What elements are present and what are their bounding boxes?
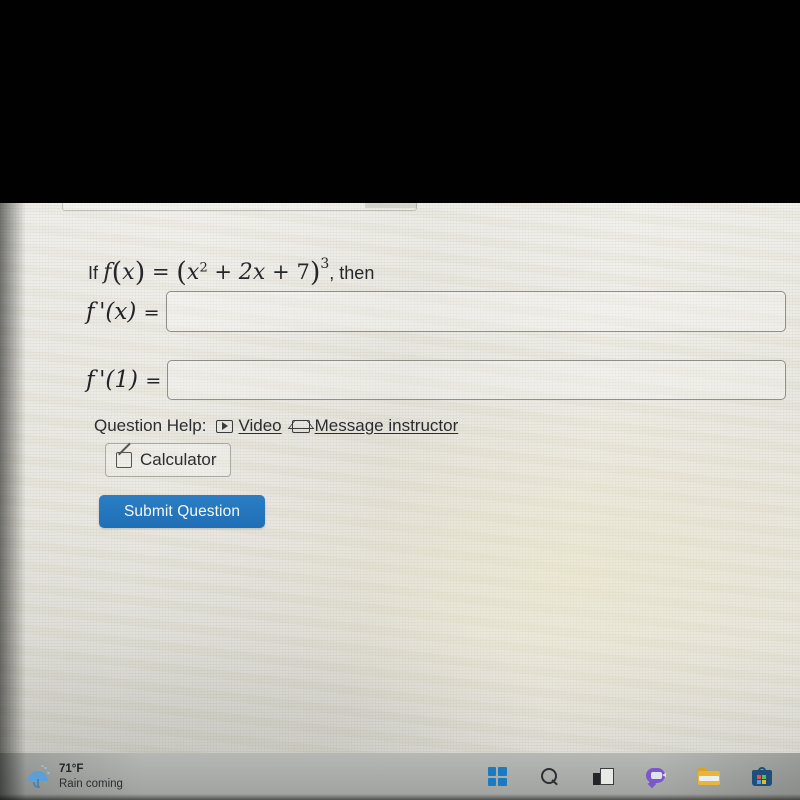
chat-video-icon: [645, 767, 667, 786]
envelope-icon: [291, 419, 310, 433]
taskbar-icon-group: [484, 764, 775, 790]
microsoft-store-button[interactable]: [749, 764, 775, 790]
weather-condition: Rain coming: [59, 777, 123, 790]
video-link-label: Video: [238, 416, 282, 435]
cutoff-panel-fragment: [62, 203, 417, 211]
search-icon: [541, 767, 559, 786]
calculator-button-label: Calculator: [140, 450, 217, 469]
question-prompt: If f(x) = (x2 + 2x + 7)3, then: [88, 256, 375, 288]
answer-input-fprime-x[interactable]: [165, 291, 786, 332]
outer-exponent: 3: [320, 256, 330, 272]
message-instructor-label: Message instructor: [314, 416, 459, 435]
submit-question-button[interactable]: Submit Question: [99, 495, 265, 528]
weather-widget[interactable]: 71°F Rain coming: [28, 762, 123, 791]
prompt-suffix: , then: [329, 263, 375, 283]
answer-row-fprime-x: f '(x) =: [86, 291, 786, 332]
task-view-icon: [592, 768, 614, 785]
message-instructor-link[interactable]: Message instructor: [291, 416, 459, 436]
black-letterbox-top: [0, 0, 800, 203]
answer-label-fprime-x: f '(x) =: [86, 298, 160, 325]
store-bag-icon: [752, 767, 772, 786]
photo-of-screen: If f(x) = (x2 + 2x + 7)3, then f '(x) = …: [0, 0, 800, 800]
answer-input-fprime-1[interactable]: [167, 360, 786, 400]
question-help-row: Question Help: Video Message instructor: [94, 416, 458, 436]
play-icon: [216, 419, 234, 433]
chat-button[interactable]: [643, 764, 669, 790]
weather-temperature: 71°F: [59, 763, 84, 776]
video-help-link[interactable]: Video: [216, 416, 282, 436]
monitor-screen: If f(x) = (x2 + 2x + 7)3, then f '(x) = …: [0, 203, 800, 800]
windows-taskbar: 71°F Rain coming: [0, 753, 800, 800]
question-help-label: Question Help:: [94, 416, 207, 435]
windows-logo-icon: [487, 767, 507, 786]
rain-umbrella-icon: [28, 764, 50, 789]
cutoff-panel-fragment-right: [365, 203, 417, 208]
courseware-page: If f(x) = (x2 + 2x + 7)3, then f '(x) = …: [0, 203, 800, 800]
search-button[interactable]: [537, 764, 563, 790]
answer-label-fprime-1: f '(1) =: [86, 367, 162, 393]
answer-row-fprime-1: f '(1) =: [86, 360, 786, 400]
calculator-button[interactable]: Calculator: [105, 443, 231, 477]
folder-icon: [698, 768, 720, 785]
task-view-button[interactable]: [590, 764, 616, 790]
start-button[interactable]: [484, 764, 510, 790]
calculator-icon: [116, 452, 132, 468]
file-explorer-button[interactable]: [696, 764, 722, 790]
prompt-prefix: If: [88, 263, 99, 283]
